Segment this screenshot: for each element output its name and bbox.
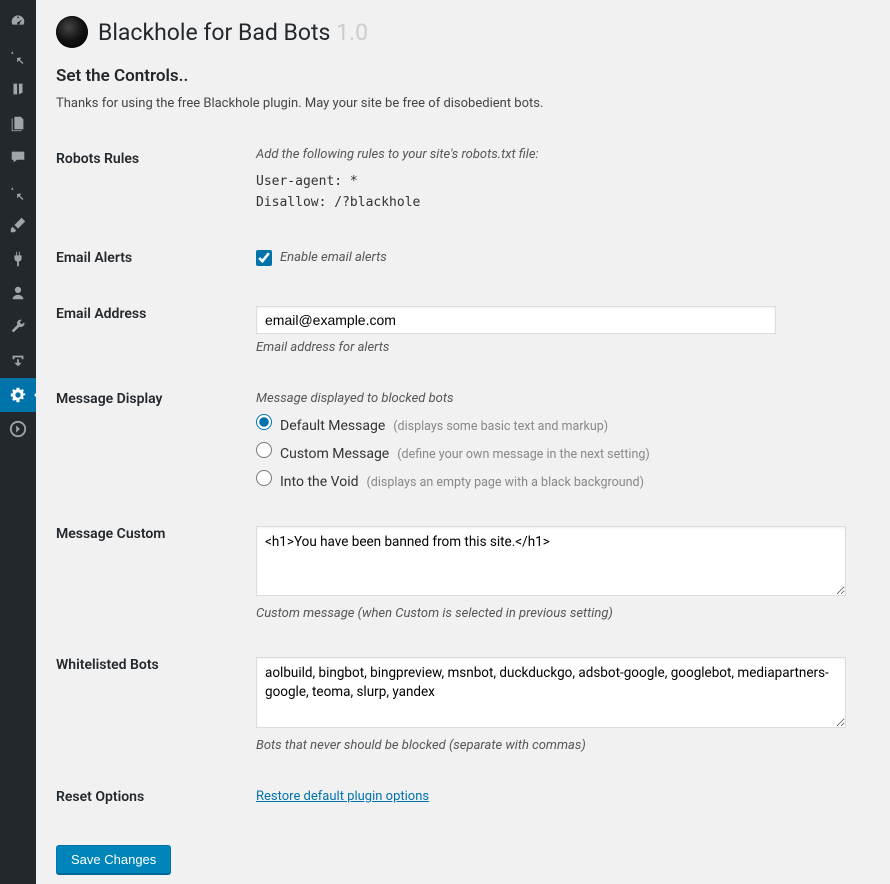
page-header: Blackhole for Bad Bots 1.0	[56, 16, 870, 48]
sidebar-item-pages[interactable]	[0, 106, 36, 140]
whitelist-label: Whitelisted Bots	[56, 635, 256, 767]
whitelist-textarea[interactable]	[256, 657, 846, 728]
sidebar-item-tools[interactable]	[0, 310, 36, 344]
whitelist-note: Bots that never should be blocked (separ…	[256, 738, 870, 753]
page-title: Blackhole for Bad Bots 1.0	[98, 19, 368, 46]
radio-default-title: Default Message	[280, 418, 385, 434]
email-address-label: Email Address	[56, 284, 256, 369]
email-address-note: Email address for alerts	[256, 340, 870, 355]
sidebar-item-dashboard[interactable]	[0, 4, 36, 38]
reset-label: Reset Options	[56, 767, 256, 823]
sidebar-item-media[interactable]	[0, 72, 36, 106]
sidebar-item-comments[interactable]	[0, 140, 36, 174]
sidebar-item-users[interactable]	[0, 276, 36, 310]
section-intro: Thanks for using the free Blackhole plug…	[56, 96, 870, 111]
settings-form: Robots Rules Add the following rules to …	[56, 133, 870, 823]
gear-icon	[9, 386, 27, 404]
radio-void-hint: (displays an empty page with a black bac…	[367, 475, 644, 490]
wrench-icon	[9, 318, 27, 336]
sidebar-item-posts[interactable]	[0, 38, 36, 72]
chevron-right-icon	[9, 420, 27, 438]
radio-void-message[interactable]: Into the Void (displays an empty page wi…	[256, 470, 870, 490]
message-custom-label: Message Custom	[56, 504, 256, 636]
message-display-label: Message Display	[56, 369, 256, 504]
gauge-icon	[9, 12, 27, 30]
plugin-version: 1.0	[336, 19, 368, 46]
comment-icon	[9, 148, 27, 166]
radio-custom-message[interactable]: Custom Message (define your own message …	[256, 442, 870, 462]
sidebar-item-collapse[interactable]	[0, 412, 36, 446]
message-display-desc: Message displayed to blocked bots	[256, 391, 870, 406]
pages-icon	[9, 114, 27, 132]
radio-default-hint: (displays some basic text and markup)	[393, 419, 608, 434]
user-icon	[9, 284, 27, 302]
plug-icon	[9, 250, 27, 268]
download-icon	[9, 352, 27, 370]
media-icon	[9, 80, 27, 98]
blackhole-icon	[56, 16, 88, 48]
radio-custom-title: Custom Message	[280, 446, 389, 462]
radio-custom-hint: (define your own message in the next set…	[397, 447, 650, 462]
message-custom-note: Custom message (when Custom is selected …	[256, 606, 870, 621]
radio-default-input[interactable]	[256, 414, 272, 430]
brush-icon	[9, 216, 27, 234]
sidebar-item-custom[interactable]	[0, 174, 36, 208]
message-custom-textarea[interactable]	[256, 526, 846, 597]
sidebar-item-import[interactable]	[0, 344, 36, 378]
plugin-name: Blackhole for Bad Bots	[98, 19, 330, 46]
email-address-input[interactable]	[256, 306, 776, 334]
save-button[interactable]: Save Changes	[56, 845, 171, 874]
sidebar-item-plugins[interactable]	[0, 242, 36, 276]
radio-void-input[interactable]	[256, 470, 272, 486]
robots-rules-code: User-agent: * Disallow: /?blackhole	[256, 172, 870, 214]
email-alerts-text: Enable email alerts	[280, 250, 387, 265]
sidebar-item-settings[interactable]	[0, 378, 36, 412]
pin-icon	[9, 46, 27, 64]
robots-rules-desc: Add the following rules to your site's r…	[256, 147, 870, 162]
reset-link[interactable]: Restore default plugin options	[256, 789, 429, 804]
pin-icon	[9, 182, 27, 200]
sidebar-item-appearance[interactable]	[0, 208, 36, 242]
settings-page: Blackhole for Bad Bots 1.0 Set the Contr…	[36, 0, 890, 884]
radio-void-title: Into the Void	[280, 474, 359, 490]
admin-sidebar	[0, 0, 36, 884]
email-alerts-option[interactable]: Enable email alerts	[256, 250, 387, 266]
radio-custom-input[interactable]	[256, 442, 272, 458]
email-alerts-label: Email Alerts	[56, 228, 256, 284]
radio-default-message[interactable]: Default Message (displays some basic tex…	[256, 414, 870, 434]
message-display-options: Default Message (displays some basic tex…	[256, 414, 870, 490]
email-alerts-checkbox[interactable]	[256, 250, 272, 266]
section-heading: Set the Controls..	[56, 66, 870, 86]
robots-rules-label: Robots Rules	[56, 133, 256, 228]
